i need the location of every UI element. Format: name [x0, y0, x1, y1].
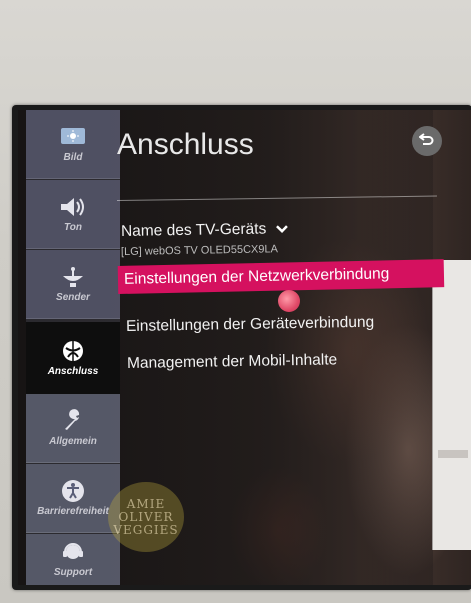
watermark-logo: AMIE OLIVER VEGGIES [108, 482, 184, 552]
sidebar-item-label: Bild [63, 151, 83, 163]
device-name-item[interactable]: Name des TV-Geräts [121, 220, 289, 241]
pointer-cursor [278, 290, 300, 312]
speaker-icon [58, 196, 88, 218]
card-mark [438, 450, 468, 458]
sidebar-item-sender[interactable]: Sender [26, 250, 120, 319]
tv-screen: Bild Ton Sender Anschluss Allgemein Barr… [18, 110, 471, 585]
watermark-line: VEGGIES [113, 522, 179, 537]
background-card [432, 260, 471, 550]
wrench-icon [58, 408, 88, 432]
connection-icon [58, 340, 88, 362]
settings-sidebar: Bild Ton Sender Anschluss Allgemein Barr… [26, 110, 120, 585]
page-title: Anschluss [117, 128, 254, 161]
menu-item-mobil-inhalte[interactable]: Management der Mobil-Inhalte [127, 351, 338, 373]
watermark-line: OLIVER [118, 509, 174, 524]
back-arrow-icon [418, 132, 435, 151]
menu-item-label: Management der Mobil-Inhalte [126, 351, 338, 372]
sidebar-item-barrierefreiheit[interactable]: Barrierefreiheit [26, 464, 120, 533]
sidebar-item-label: Ton [64, 221, 82, 233]
sidebar-item-label: Support [53, 567, 93, 578]
sidebar-item-bild[interactable]: Bild [26, 110, 120, 179]
accessibility-icon [58, 479, 88, 502]
sidebar-item-anschluss[interactable]: Anschluss [26, 322, 120, 395]
sidebar-item-label: Anschluss [47, 365, 99, 377]
picture-icon [58, 126, 88, 148]
back-button[interactable] [412, 126, 442, 156]
menu-item-label: Einstellungen der Geräteverbindung [125, 313, 375, 335]
watermark-line: AMIE [126, 496, 166, 511]
sidebar-item-support[interactable]: Support [26, 534, 120, 585]
menu-item-label: Einstellungen der Netzwerkverbindung [123, 265, 390, 288]
device-name-label: Name des TV-Geräts [120, 220, 267, 240]
sidebar-item-label: Allgemein [49, 435, 97, 447]
sidebar-item-ton[interactable]: Ton [26, 180, 120, 249]
antenna-icon [58, 266, 88, 288]
headset-icon [58, 541, 88, 563]
sidebar-item-label: Sender [56, 291, 90, 303]
sidebar-item-allgemein[interactable]: Allgemein [26, 394, 120, 463]
sidebar-item-label: Barrierefreiheit [37, 505, 109, 517]
chevron-down-icon [274, 220, 288, 238]
